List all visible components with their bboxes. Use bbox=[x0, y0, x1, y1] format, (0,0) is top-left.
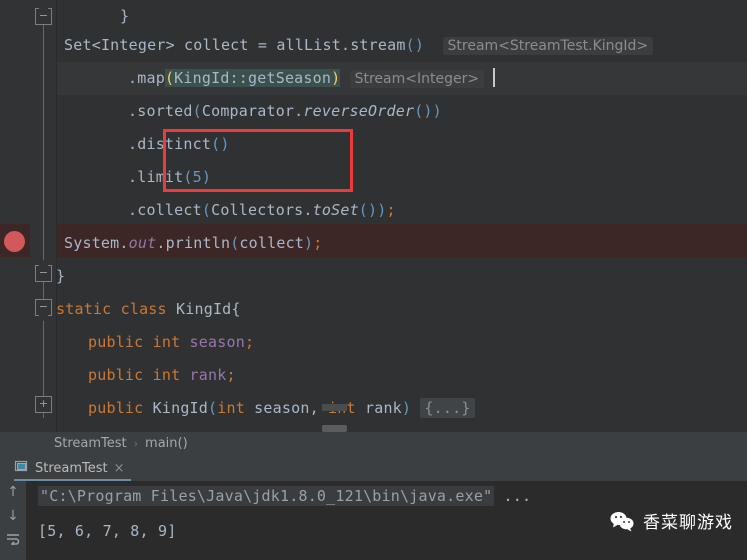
scroll-down-icon[interactable]: ↓ bbox=[4, 507, 22, 525]
text-caret bbox=[493, 68, 496, 87]
breadcrumb-separator-icon: › bbox=[133, 437, 139, 450]
code-line: Set<Integer> collect = allList.stream() … bbox=[64, 29, 654, 62]
run-tab-label: StreamTest bbox=[35, 460, 108, 476]
code-line: .map(KingId::getSeason) Stream<Integer> bbox=[128, 62, 496, 95]
code-line: } bbox=[56, 267, 66, 285]
editor-horizontal-scrollbar[interactable] bbox=[322, 425, 347, 432]
breadcrumb-item-class[interactable]: StreamTest bbox=[52, 436, 129, 451]
run-tab-bar[interactable]: StreamTest × bbox=[0, 455, 747, 481]
inlay-type-hint-map: Stream<Integer> bbox=[349, 70, 485, 88]
breadcrumb-item-method[interactable]: main() bbox=[143, 436, 190, 451]
code-line: public int season; bbox=[88, 333, 255, 351]
intellij-idea-window: − − − + } Set<Integer> collect = allList… bbox=[0, 0, 747, 560]
code-editor[interactable]: − − − + } Set<Integer> collect = allList… bbox=[0, 0, 747, 432]
code-line: public int rank; bbox=[88, 366, 236, 384]
soft-wrap-icon[interactable] bbox=[4, 531, 22, 549]
fold-marker-expand-icon[interactable]: + bbox=[35, 396, 52, 413]
console-toolbar[interactable]: ↑ ↓ bbox=[0, 481, 26, 560]
folding-guide-line bbox=[43, 18, 44, 418]
editor-gutter[interactable] bbox=[0, 0, 30, 432]
run-tab-streamtest[interactable]: StreamTest × bbox=[14, 455, 129, 481]
watermark-text: 香菜聊游戏 bbox=[643, 513, 733, 533]
fold-marker-collapse-icon[interactable]: − bbox=[35, 265, 52, 282]
wechat-icon bbox=[609, 510, 635, 532]
inlay-type-hint-stream: Stream<StreamTest.KingId> bbox=[442, 37, 654, 55]
console-command-ellipsis: ... bbox=[494, 487, 532, 505]
breakpoint-icon[interactable] bbox=[4, 231, 25, 252]
watermark: 香菜聊游戏 bbox=[609, 508, 733, 533]
code-line: .limit(5) bbox=[128, 168, 212, 186]
editor-horizontal-scroll-track bbox=[322, 404, 347, 411]
fold-marker-collapse-icon[interactable]: − bbox=[35, 8, 52, 25]
code-line: static class KingId{ bbox=[56, 300, 241, 318]
fold-marker-collapse-icon[interactable]: − bbox=[35, 299, 52, 316]
code-line: public KingId(int season, int rank) {...… bbox=[88, 392, 475, 425]
code-folding-strip[interactable]: − − − + bbox=[30, 0, 57, 432]
code-line: System.out.println(collect); bbox=[64, 234, 323, 252]
breadcrumb[interactable]: StreamTest › main() bbox=[0, 432, 747, 455]
close-icon[interactable]: × bbox=[114, 461, 125, 476]
run-configuration-icon bbox=[14, 459, 29, 478]
scroll-up-icon[interactable]: ↑ bbox=[4, 483, 22, 501]
code-line: .distinct() bbox=[128, 135, 230, 153]
code-text-area[interactable]: } Set<Integer> collect = allList.stream(… bbox=[56, 0, 747, 432]
code-line: .sorted(Comparator.reverseOrder()) bbox=[128, 102, 442, 120]
console-command-line: "C:\Program Files\Java\jdk1.8.0_121\bin\… bbox=[38, 482, 531, 510]
console-command-text: "C:\Program Files\Java\jdk1.8.0_121\bin\… bbox=[38, 486, 495, 506]
code-line: .collect(Collectors.toSet()); bbox=[128, 201, 396, 219]
folded-code-region[interactable]: {...} bbox=[420, 398, 475, 418]
console-result-line: [5, 6, 7, 8, 9] bbox=[38, 522, 177, 540]
